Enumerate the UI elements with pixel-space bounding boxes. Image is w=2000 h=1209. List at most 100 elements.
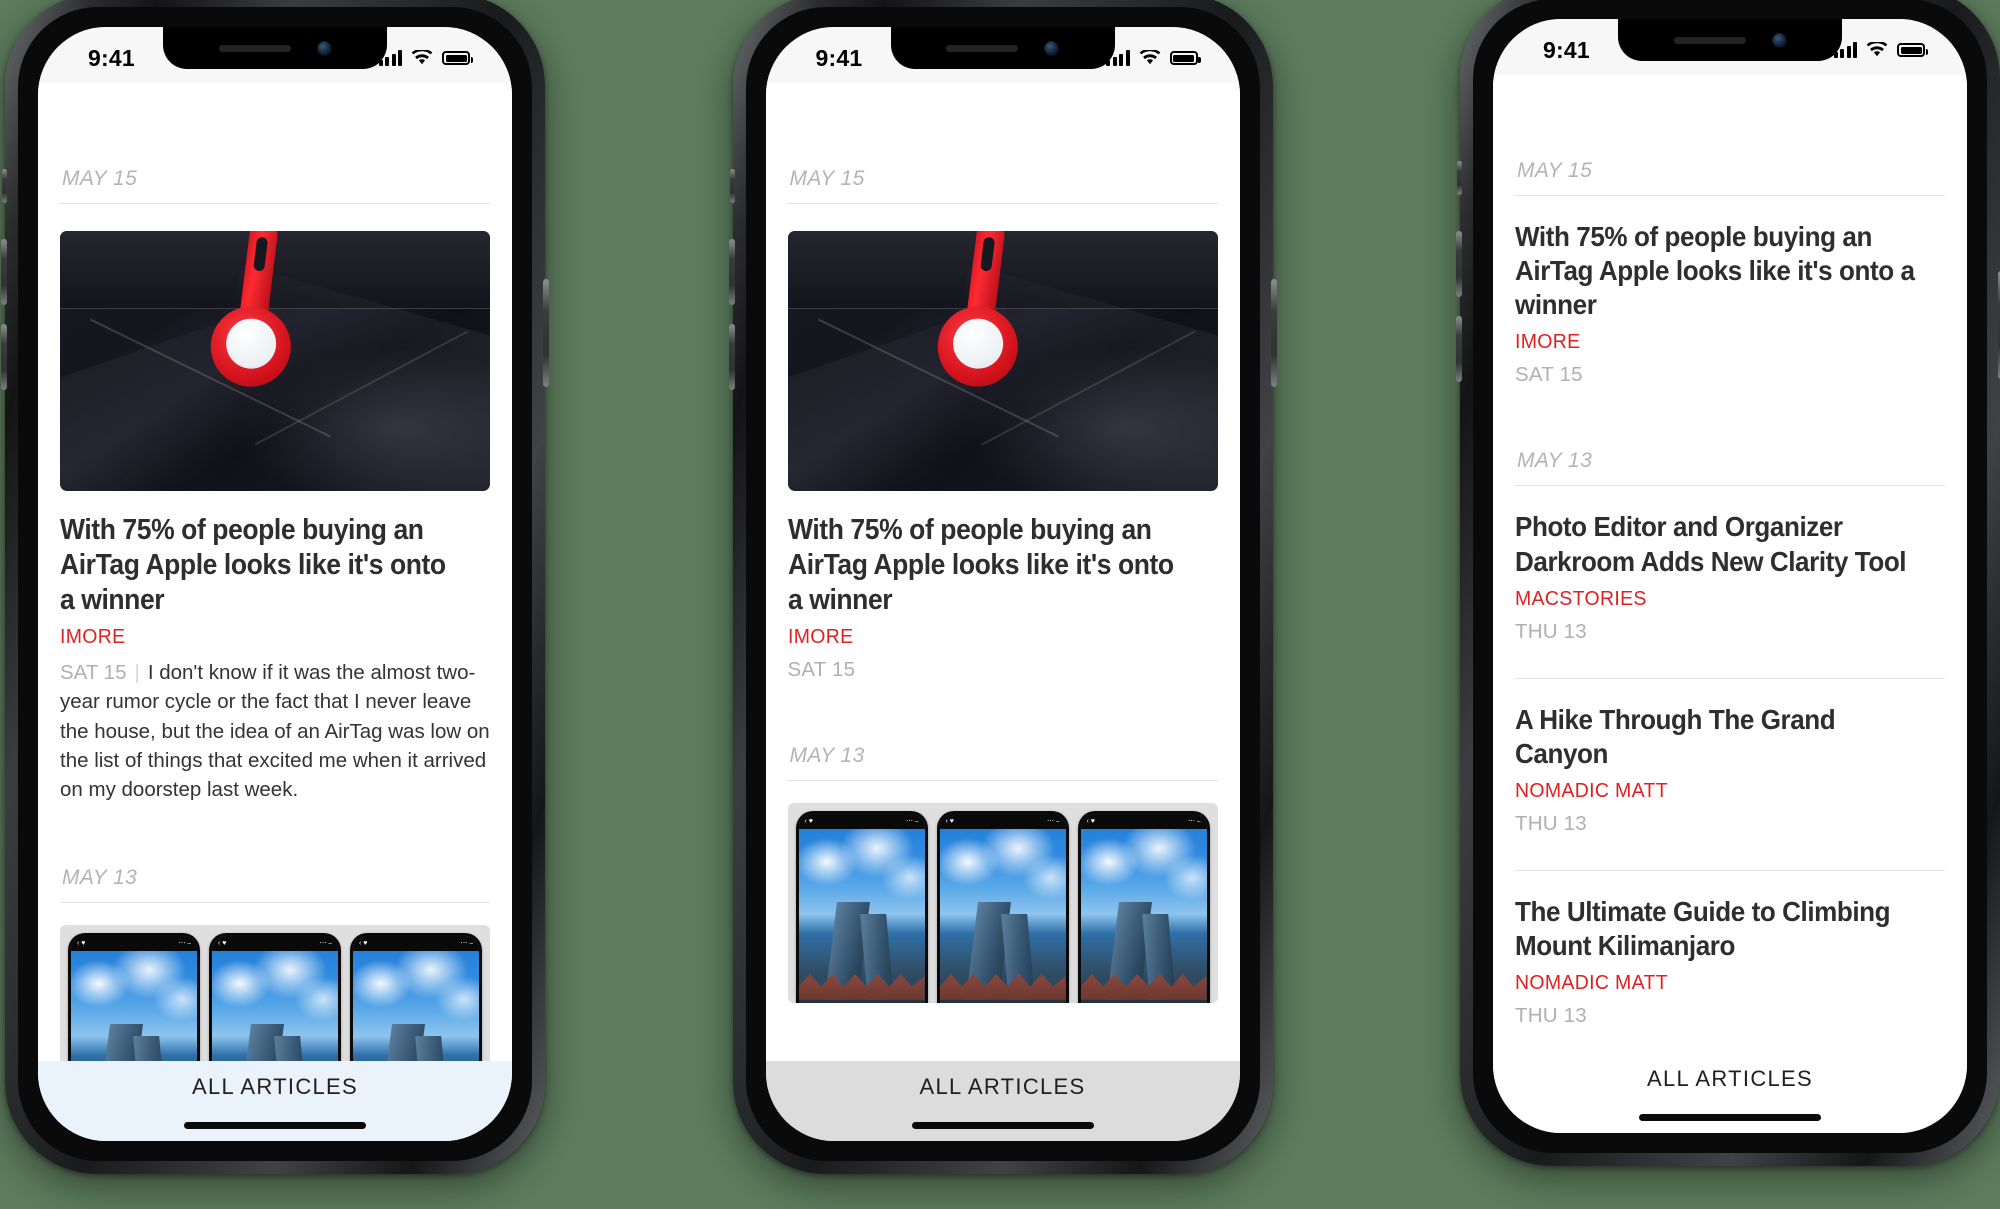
- article-source[interactable]: IMORE: [1515, 330, 1924, 354]
- thumbnail-phone: ‹ ♥ ⋯ ⎯: [936, 811, 1069, 1004]
- article-source[interactable]: NOMADIC MATT: [1515, 971, 1924, 995]
- silent-switch[interactable]: [2, 169, 7, 203]
- all-articles-tab[interactable]: ALL ARTICLES: [192, 1074, 358, 1100]
- featured-article-date: SAT 15: [60, 661, 127, 685]
- notch: [890, 27, 1115, 69]
- featured-article-headline[interactable]: With 75% of people buying an AirTag Appl…: [60, 513, 460, 617]
- article-thumbnail-strip[interactable]: ‹ ♥ ⋯ ⎯ ‹ ♥ ⋯ ⎯ ‹ ♥ ⋯ ⎯: [787, 803, 1218, 1004]
- article-feed-2[interactable]: MAY 15 With 75% of people buying an AirT…: [765, 83, 1240, 1061]
- thumbnail-phone: ‹ ♥ ⋯ ⎯: [795, 811, 928, 1004]
- volume-up-button[interactable]: [1, 239, 7, 305]
- article-headline[interactable]: A Hike Through The Grand Canyon: [1515, 703, 1915, 771]
- status-bar-time: 9:41: [1543, 36, 1590, 63]
- list-gap: [1515, 836, 1945, 870]
- phone-mockup-3: 9:41 MAY 15 With 75% of people buying an…: [1456, 0, 2000, 1166]
- front-camera-icon: [316, 40, 332, 56]
- volume-up-button[interactable]: [728, 239, 735, 305]
- list-item[interactable]: A Hike Through The Grand Canyon NOMADIC …: [1515, 679, 1945, 836]
- phone-bezel: 9:41 MAY 15 With 75% of people buying an…: [745, 7, 1260, 1161]
- divider: [787, 203, 1218, 204]
- status-bar-indicators: [378, 50, 473, 66]
- article-feed-3[interactable]: MAY 15 With 75% of people buying an AirT…: [1493, 75, 1967, 1053]
- phone-mockup-1: 9:41 MAY 15 With 75% of people buying an…: [1, 0, 549, 1174]
- day-label-next: MAY 13: [62, 865, 138, 889]
- phone-screen-1: 9:41 MAY 15 With 75% of people buying an…: [38, 27, 512, 1141]
- silent-switch[interactable]: [729, 169, 735, 203]
- earpiece-speaker-icon: [946, 44, 1018, 52]
- home-indicator[interactable]: [1639, 1114, 1821, 1121]
- phone-bezel: 9:41 MAY 15 With 75% of people buying an…: [18, 7, 532, 1161]
- volume-down-button[interactable]: [728, 324, 735, 390]
- home-indicator[interactable]: [911, 1122, 1094, 1129]
- featured-article-image[interactable]: [787, 231, 1218, 491]
- wifi-icon: [411, 50, 433, 65]
- earpiece-speaker-icon: [218, 44, 291, 52]
- all-articles-tab[interactable]: ALL ARTICLES: [919, 1074, 1085, 1100]
- home-indicator[interactable]: [184, 1122, 366, 1129]
- earpiece-speaker-icon: [1673, 36, 1746, 44]
- article-headline[interactable]: Photo Editor and Organizer Darkroom Adds…: [1515, 510, 1915, 578]
- divider: [60, 901, 490, 903]
- divider: [60, 203, 490, 204]
- phone-bezel: 9:41 MAY 15 With 75% of people buying an…: [1473, 0, 1987, 1153]
- thumbnail-phone: ‹ ♥ ⋯ ⎯: [209, 932, 341, 1061]
- list-gap: [1515, 644, 1945, 678]
- featured-article-headline[interactable]: With 75% of people buying an AirTag Appl…: [788, 513, 1188, 617]
- article-date: THU 13: [1515, 1004, 1587, 1028]
- list-item[interactable]: The Ultimate Guide to Climbing Mount Kil…: [1515, 871, 1945, 1028]
- bottom-tab-bar[interactable]: ALL ARTICLES: [38, 1061, 512, 1141]
- featured-article-source[interactable]: IMORE: [788, 625, 1197, 649]
- volume-down-button[interactable]: [1, 324, 7, 390]
- volume-down-button[interactable]: [1456, 316, 1462, 382]
- all-articles-tab[interactable]: ALL ARTICLES: [1647, 1066, 1813, 1092]
- article-headline[interactable]: With 75% of people buying an AirTag Appl…: [1515, 220, 1915, 322]
- day-label-next: MAY 13: [789, 744, 865, 768]
- thumbnail-phone: ‹ ♥ ⋯ ⎯: [1077, 811, 1210, 1004]
- list-item[interactable]: Photo Editor and Organizer Darkroom Adds…: [1515, 486, 1945, 643]
- silent-switch[interactable]: [1457, 161, 1462, 195]
- article-source[interactable]: NOMADIC MATT: [1515, 779, 1924, 803]
- status-bar-time: 9:41: [815, 44, 863, 71]
- power-button[interactable]: [1270, 279, 1277, 387]
- day-label: MAY 15: [789, 167, 865, 190]
- notch: [163, 27, 387, 69]
- front-camera-icon: [1044, 40, 1059, 56]
- notch: [1618, 19, 1842, 61]
- article-date: THU 13: [1515, 619, 1587, 643]
- battery-icon: [1897, 43, 1928, 57]
- article-thumbnail-strip[interactable]: ‹ ♥ ⋯ ⎯ ‹ ♥ ⋯ ⎯ ‹ ♥ ⋯ ⎯: [60, 924, 490, 1061]
- divider: [787, 780, 1218, 782]
- thumbnail-phone: ‹ ♥ ⋯ ⎯: [350, 932, 482, 1061]
- phone-frame: 9:41 MAY 15 With 75% of people buying an…: [728, 0, 1277, 1174]
- featured-article-image[interactable]: [60, 231, 490, 491]
- article-date: SAT 15: [1515, 363, 1583, 387]
- status-bar-time: 9:41: [88, 44, 135, 71]
- bottom-tab-bar[interactable]: ALL ARTICLES: [765, 1061, 1240, 1141]
- featured-article-date: SAT 15: [787, 658, 856, 682]
- power-button[interactable]: [543, 279, 549, 387]
- battery-icon: [442, 51, 473, 65]
- status-bar-indicators: [1106, 50, 1201, 66]
- day-label: MAY 15: [1517, 159, 1593, 182]
- battery-icon: [1169, 51, 1201, 65]
- featured-article-source[interactable]: IMORE: [60, 625, 469, 649]
- volume-up-button[interactable]: [1456, 231, 1462, 297]
- list-item[interactable]: With 75% of people buying an AirTag Appl…: [1515, 196, 1945, 387]
- front-camera-icon: [1771, 32, 1787, 48]
- meta-separator: |: [134, 661, 140, 685]
- featured-article-meta: SAT 15 | I don't know if it was the almost…: [60, 658, 490, 804]
- phone-mockup-2: 9:41 MAY 15 With 75% of people buying an…: [728, 0, 1277, 1174]
- article-feed-1[interactable]: MAY 15 With 75% of people buying an AirT…: [38, 83, 512, 1061]
- wifi-icon: [1139, 50, 1160, 65]
- bottom-tab-bar[interactable]: ALL ARTICLES: [1493, 1053, 1967, 1133]
- phone-frame: 9:41 MAY 15 With 75% of people buying an…: [1, 0, 549, 1174]
- wifi-icon: [1866, 42, 1888, 57]
- article-source[interactable]: MACSTORIES: [1515, 587, 1924, 611]
- article-headline[interactable]: The Ultimate Guide to Climbing Mount Kil…: [1515, 895, 1915, 963]
- phone-frame: 9:41 MAY 15 With 75% of people buying an…: [1456, 0, 2000, 1166]
- article-date: THU 13: [1515, 812, 1587, 836]
- screenshot-stage: 9:41 MAY 15 With 75% of people buying an…: [0, 0, 2000, 1209]
- day-label: MAY 13: [1517, 449, 1593, 473]
